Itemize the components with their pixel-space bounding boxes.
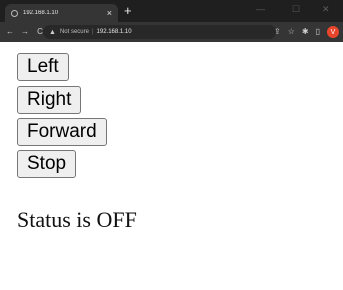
toolbar: ← → C ▲ Not secure | 192.168.1.10 ⇪ ☆ ✱ … bbox=[0, 22, 343, 42]
toolbar-icons: ⇪ ☆ ✱ ▯ V bbox=[274, 26, 339, 38]
star-icon[interactable]: ☆ bbox=[288, 26, 295, 38]
globe-icon bbox=[11, 9, 18, 17]
share-icon[interactable]: ⇪ bbox=[274, 26, 281, 38]
status-text: Status is OFF bbox=[17, 207, 137, 232]
left-button[interactable]: Left bbox=[17, 53, 69, 81]
address-bar[interactable]: ▲ Not secure | 192.168.1.10 bbox=[43, 25, 276, 39]
tab-title: 192.168.1.10 bbox=[23, 10, 59, 16]
minimize-icon[interactable]: — bbox=[256, 4, 265, 14]
profile-avatar[interactable]: V bbox=[327, 26, 339, 38]
page-content: Left Right Forward Stop Status is OFF bbox=[0, 42, 343, 290]
new-tab-button[interactable]: + bbox=[124, 4, 132, 18]
forward-arrow-icon[interactable]: → bbox=[19, 28, 31, 36]
stop-button[interactable]: Stop bbox=[17, 150, 77, 178]
url-separator: | bbox=[91, 29, 94, 35]
close-window-icon[interactable]: ✕ bbox=[322, 4, 330, 14]
maximize-icon[interactable]: ☐ bbox=[292, 4, 300, 14]
extensions-icon[interactable]: ✱ bbox=[302, 26, 309, 38]
tab-strip: 192.168.1.10 × + — ☐ ✕ bbox=[0, 0, 343, 22]
browser-tab[interactable]: 192.168.1.10 × bbox=[5, 4, 118, 22]
back-arrow-icon[interactable]: ← bbox=[4, 28, 16, 36]
warning-triangle-icon[interactable]: ▲ bbox=[49, 29, 56, 36]
right-button[interactable]: Right bbox=[17, 86, 82, 114]
forward-button[interactable]: Forward bbox=[17, 118, 107, 146]
url-text[interactable]: 192.168.1.10 bbox=[97, 29, 132, 35]
close-tab-icon[interactable]: × bbox=[107, 8, 112, 18]
sidepanel-icon[interactable]: ▯ bbox=[316, 26, 320, 38]
security-label[interactable]: Not secure bbox=[60, 29, 89, 35]
